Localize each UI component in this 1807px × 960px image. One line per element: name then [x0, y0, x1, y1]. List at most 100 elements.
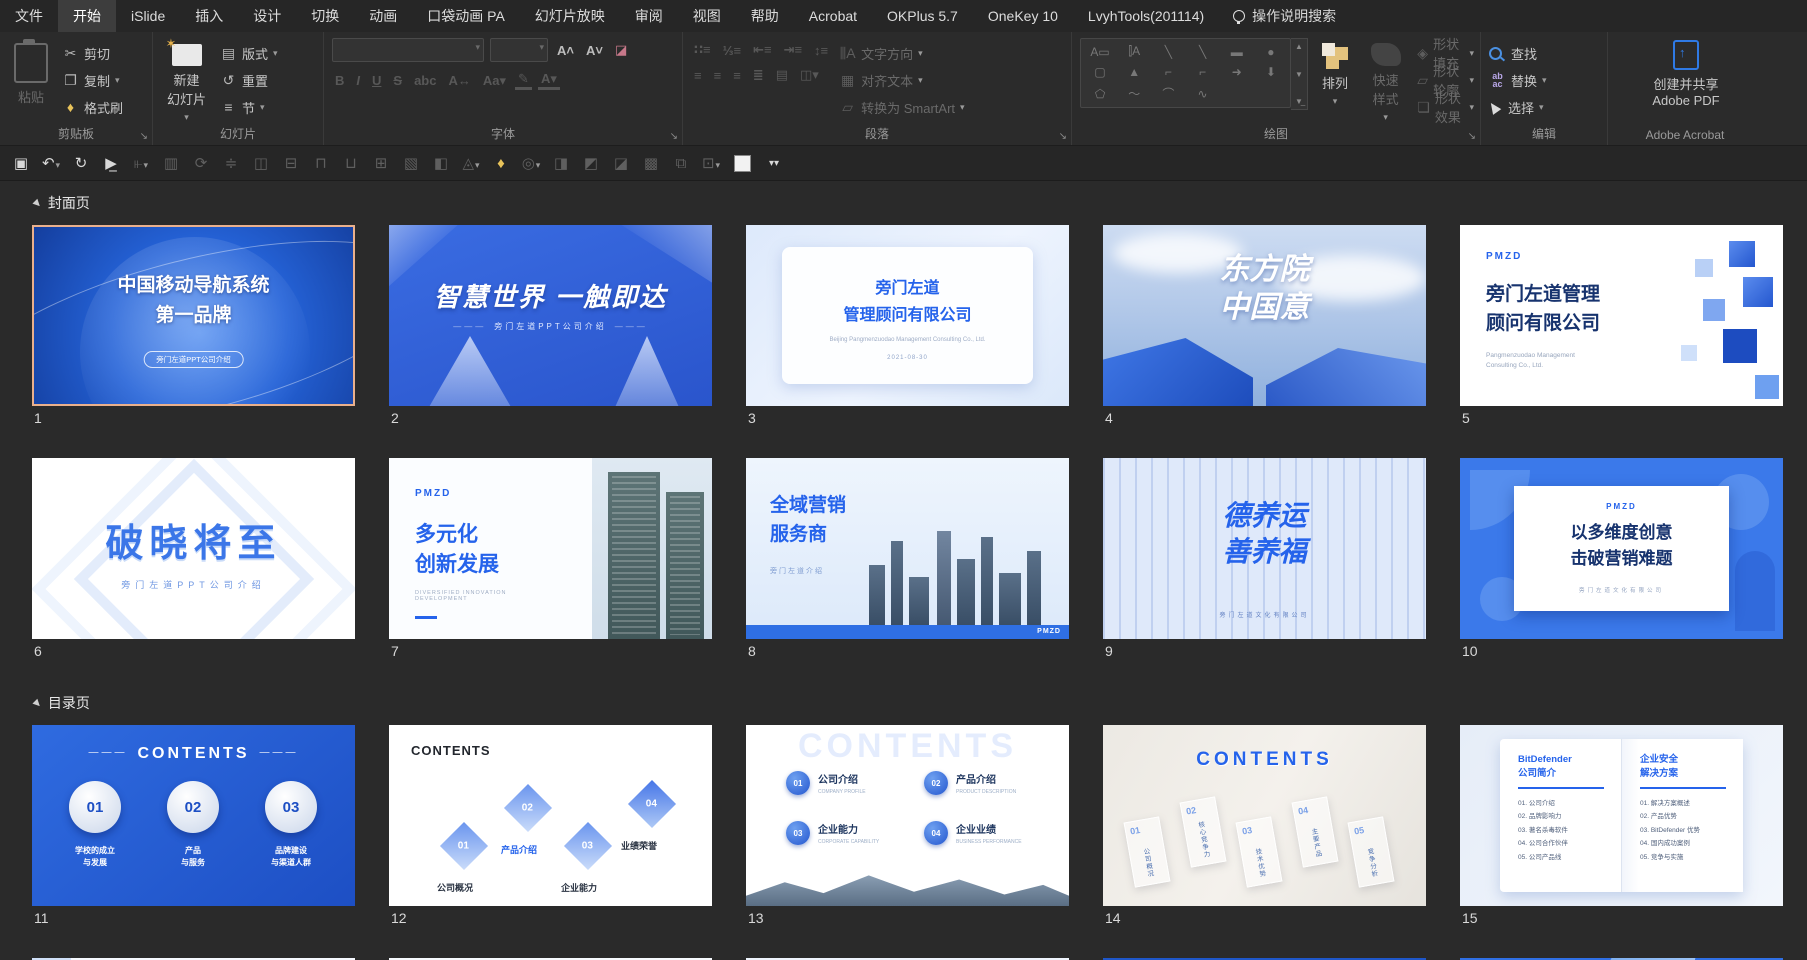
scribble-icon[interactable]: ∿ [1198, 87, 1208, 101]
slide-thumbnail-2[interactable]: 智慧世界 一触即达 旁门左道PPT公司介绍 [389, 225, 712, 406]
line-spacing-icon[interactable]: ↕≡ [811, 43, 831, 58]
justify-icon[interactable]: ≣ [750, 67, 767, 83]
find-button[interactable]: 查找 [1489, 42, 1547, 64]
rectangle-icon[interactable]: ▬ [1231, 45, 1243, 59]
slide-thumbnail-6[interactable]: 破晓将至 旁门左道PPT公司介绍 [32, 458, 355, 639]
crop-icon[interactable]: ⧉ [668, 155, 694, 172]
columns-icon[interactable]: ◫▾ [797, 67, 822, 83]
drawing-dialog-launcher[interactable]: ↘ [1468, 131, 1476, 142]
indent-increase-icon[interactable]: ⇥≡ [781, 42, 805, 58]
arrow-right-icon[interactable]: ➜ [1232, 65, 1242, 79]
font-dialog-launcher[interactable]: ↘ [670, 131, 678, 142]
strikethrough-icon[interactable]: S [390, 73, 405, 88]
slide-thumbnail-4[interactable]: 东方院 中国意 [1103, 225, 1426, 406]
tab-acrobat[interactable]: Acrobat [794, 0, 872, 32]
layer-down-icon[interactable]: ▩ [638, 154, 664, 172]
shape-gallery-scrollbar[interactable]: ▲ ▼ ▼̲ [1291, 38, 1308, 110]
tab-islide[interactable]: iSlide [116, 0, 180, 32]
flip-shape-icon[interactable]: ◬▾ [458, 154, 484, 172]
select-button[interactable]: 选择 ▾ [1486, 96, 1547, 118]
align-left-icon[interactable]: ≡ [691, 68, 705, 83]
slide-thumbnail-1[interactable]: 中国移动导航系统 第一品牌 旁门左道PPT公司介绍 [32, 225, 355, 406]
send-backward-icon[interactable]: ◩ [578, 154, 604, 172]
layer-up-icon[interactable]: ◪ [608, 154, 634, 172]
bold-icon[interactable]: B [332, 73, 347, 88]
bullets-icon[interactable]: ∷≡ [691, 42, 714, 58]
tell-me-search[interactable]: 操作说明搜索 [1219, 0, 1350, 32]
arrange-button[interactable]: 排列 ▾ [1316, 38, 1354, 125]
regroup-icon[interactable]: ◧ [428, 154, 454, 172]
slide-thumbnail-12[interactable]: CONTENTS 01 02 03 04 公司概况 产品介绍 企业能力 业绩荣誉 [389, 725, 712, 906]
create-pdf-button[interactable]: 创建并共享 Adobe PDF [1646, 38, 1725, 125]
undo-icon[interactable]: ↶▾ [38, 154, 64, 172]
font-name-combobox[interactable] [332, 38, 484, 62]
line2-icon[interactable]: ╲ [1199, 45, 1206, 59]
section-button[interactable]: ≡ 节 ▾ [220, 96, 278, 118]
group-objects-icon[interactable]: ▧ [398, 154, 424, 172]
slide-thumbnail-15[interactable]: BitDefender 公司简介 01. 公司介绍 02. 品牌影响力 03. … [1460, 725, 1783, 906]
tab-okplus[interactable]: OKPlus 5.7 [872, 0, 973, 32]
layout-button[interactable]: ▤ 版式 ▾ [220, 42, 278, 64]
tab-file[interactable]: 文件 [0, 0, 58, 32]
tab-lvyhtools[interactable]: LvyhTools(201114) [1073, 0, 1219, 32]
quick-styles-button[interactable]: 快速样式 ▾ [1362, 38, 1409, 125]
italic-icon[interactable]: I [353, 73, 363, 88]
curve-icon[interactable]: 〜 [1128, 85, 1140, 102]
section-collapse-icon[interactable]: ▶ [31, 697, 44, 710]
align-text-button[interactable]: ▦ 对齐文本 ▾ [839, 69, 964, 91]
arc-icon[interactable]: ⌒ [1162, 85, 1174, 102]
scroll-down-icon[interactable]: ▼ [1295, 70, 1303, 79]
tab-slideshow[interactable]: 幻灯片放映 [520, 0, 620, 32]
align-center-icon[interactable]: ≡ [711, 68, 725, 83]
paragraph-dialog-launcher[interactable]: ↘ [1059, 131, 1067, 142]
slide-thumbnail-13[interactable]: CONTENTS 01 公司介绍 COMPANY PROFILE 02 产品介绍 P… [746, 725, 1069, 906]
section-header-toc[interactable]: ▶ 目录页 [31, 693, 1807, 713]
shape-gallery[interactable]: A▭ ⫿A ╲ ╲ ▬ ● ▢ ▲ ⌐ ⌐ ➜ ⬇ ⬠ 〜 ⌒ ∿ [1080, 38, 1291, 108]
paste-button[interactable]: 粘贴 [8, 38, 54, 125]
scroll-up-icon[interactable]: ▲ [1295, 42, 1303, 51]
align-bottom-icon[interactable]: ⊔ [338, 154, 364, 172]
tab-view[interactable]: 视图 [678, 0, 736, 32]
slide-thumbnail-7[interactable]: PMZD 多元化 创新发展 DIVERSIFIED INNOVATION DEVE… [389, 458, 712, 639]
redo-icon[interactable]: ↻ [68, 154, 94, 172]
tab-pocket-animation[interactable]: 口袋动画 PA [412, 0, 520, 32]
arrow-down-icon[interactable]: ⬇ [1266, 65, 1276, 79]
smartart-button[interactable]: ▱ 转换为 SmartArt ▾ [839, 96, 964, 118]
section-header-cover[interactable]: ▶ 封面页 [32, 193, 1807, 213]
rounded-rect-icon[interactable]: ▢ [1094, 65, 1105, 79]
rotate-icon[interactable]: ⟳ [188, 154, 214, 172]
distribute-icon[interactable]: ▤ [773, 67, 791, 83]
save-icon[interactable]: ▣ [8, 154, 34, 172]
elbow-connector2-icon[interactable]: ⌐ [1199, 65, 1206, 79]
font-color-icon[interactable]: A▾ [537, 71, 560, 90]
tab-home[interactable]: 开始 [58, 0, 116, 32]
freeform-icon[interactable]: ⬠ [1095, 87, 1105, 101]
reset-button[interactable]: ↺ 重置 [220, 69, 278, 91]
gallery-expand-icon[interactable]: ▼̲ [1295, 97, 1303, 106]
font-size-combobox[interactable] [490, 38, 548, 62]
text-direction-button[interactable]: ⫼A 文字方向 ▾ [839, 42, 964, 64]
format-painter-button[interactable]: ♦ 格式刷 [62, 96, 123, 118]
clear-format-icon[interactable]: ◪ [612, 42, 630, 58]
triangle-icon[interactable]: ▲ [1128, 65, 1140, 79]
bring-forward-icon[interactable]: ◨ [548, 154, 574, 172]
tab-design[interactable]: 设计 [238, 0, 296, 32]
align-middle-icon[interactable]: ≑ [218, 154, 244, 172]
highlight-color-icon[interactable]: ✎ [515, 71, 532, 90]
line-icon[interactable]: ╲ [1165, 45, 1172, 59]
align-right-icon[interactable]: ≡ [730, 68, 744, 83]
char-spacing-icon[interactable]: A↔ [445, 73, 473, 88]
start-slideshow-icon[interactable]: ▶̲ [98, 154, 124, 172]
numbering-icon[interactable]: ⅓≡ [720, 43, 744, 58]
slide-thumbnail-8[interactable]: 全域营销 服务商 旁门左道介绍 PMZD [746, 458, 1069, 639]
tab-help[interactable]: 帮助 [736, 0, 794, 32]
slide-thumbnail-11[interactable]: CONTENTS 01学校的成立 与发展 02产品 与服务 03品牌建设 与渠道… [32, 725, 355, 906]
tab-insert[interactable]: 插入 [180, 0, 238, 32]
merge-shapes-icon[interactable]: ◎▾ [518, 154, 544, 172]
decrease-font-icon[interactable]: A˅ [583, 43, 606, 58]
underline-icon[interactable]: U [369, 73, 384, 88]
replace-button[interactable]: ab ac 替换 ▾ [1489, 69, 1546, 91]
fill-color-swatch[interactable] [734, 154, 751, 172]
vertical-textbox-icon[interactable]: ⫿A [1128, 44, 1140, 59]
increase-font-icon[interactable]: A˄ [554, 43, 577, 58]
